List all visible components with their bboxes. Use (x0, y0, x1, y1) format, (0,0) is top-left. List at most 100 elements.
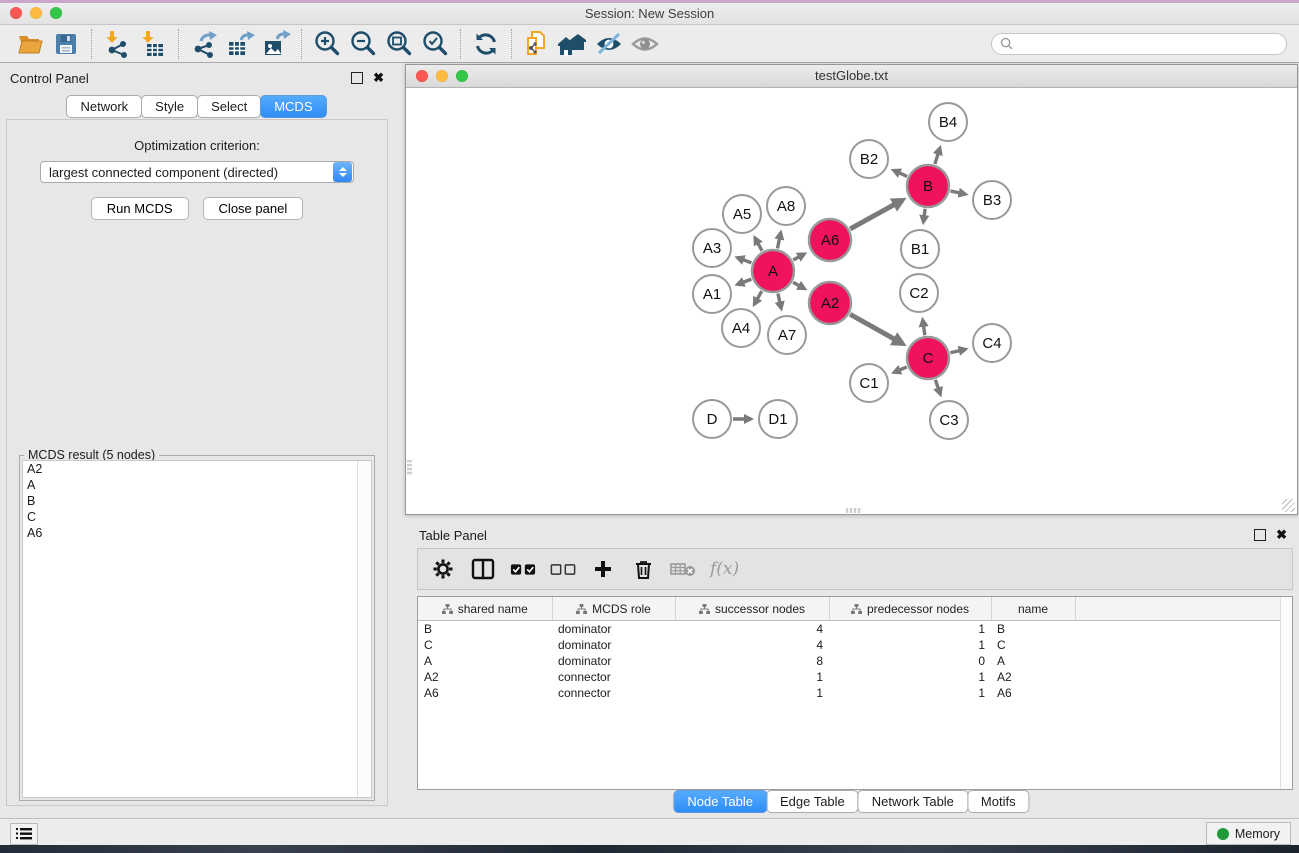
cell[interactable]: 4 (675, 637, 829, 653)
graph-edge-C-C2[interactable] (923, 320, 925, 335)
graph-edge-B-B3[interactable] (950, 191, 965, 194)
close-table-panel-icon[interactable]: ✖ (1276, 530, 1287, 540)
graph-edge-A-A2[interactable] (793, 282, 805, 289)
cell[interactable]: C (418, 637, 552, 653)
network-canvas[interactable]: AA1A2A3A4A5A6A7A8BB1B2B3B4CC1C2C3C4DD1 (406, 88, 1297, 514)
cell[interactable]: 4 (675, 621, 829, 638)
import-table-icon[interactable] (135, 28, 171, 60)
column-header-shared-name[interactable]: shared name (418, 597, 552, 621)
export-table-icon[interactable] (222, 28, 258, 60)
graph-edge-A-A1[interactable] (737, 279, 751, 284)
import-network-icon[interactable] (99, 28, 135, 60)
result-item-C[interactable]: C (23, 509, 371, 525)
graph-edge-A6-B[interactable] (850, 200, 902, 229)
graph-edge-A-A7[interactable] (778, 293, 781, 308)
column-header-predecessor-nodes[interactable]: predecessor nodes (829, 597, 991, 621)
table-row-A2[interactable]: A2connector11A2 (418, 669, 1292, 685)
tab-mcds[interactable]: MCDS (260, 95, 326, 118)
task-history-button[interactable] (10, 823, 38, 845)
tab-edge-table[interactable]: Edge Table (766, 790, 859, 813)
delete-table-icon[interactable] (670, 556, 696, 582)
cell[interactable]: 1 (829, 669, 991, 685)
cell[interactable]: 1 (675, 669, 829, 685)
tab-network[interactable]: Network (66, 95, 142, 118)
optimization-criterion-dropdown[interactable]: largest connected component (directed) (40, 161, 354, 183)
zoom-fit-icon[interactable] (381, 28, 417, 60)
vertical-scroll-handle[interactable] (407, 460, 412, 476)
unselect-all-columns-icon[interactable] (550, 556, 576, 582)
network-graph[interactable]: AA1A2A3A4A5A6A7A8BB1B2B3B4CC1C2C3C4DD1 (406, 88, 1297, 514)
show-column-panel-icon[interactable] (470, 556, 496, 582)
minimize-window-button[interactable] (30, 7, 42, 19)
tab-select[interactable]: Select (197, 95, 261, 118)
graph-edge-B-B1[interactable] (923, 209, 925, 222)
table-row-A[interactable]: Adominator80A (418, 653, 1292, 669)
graph-edge-A-A3[interactable] (737, 258, 751, 263)
window-resize-grip[interactable] (1282, 499, 1295, 512)
cell[interactable]: 1 (675, 685, 829, 701)
tab-node-table[interactable]: Node Table (673, 790, 767, 813)
function-builder-icon[interactable]: f(x) (710, 559, 739, 579)
table-row-C[interactable]: Cdominator41C (418, 637, 1292, 653)
first-neighbors-icon[interactable] (555, 28, 591, 60)
cell[interactable]: 1 (829, 685, 991, 701)
cell[interactable]: 1 (829, 621, 991, 638)
new-network-from-selection-icon[interactable] (519, 28, 555, 60)
network-minimize-button[interactable] (436, 70, 448, 82)
cell[interactable]: 0 (829, 653, 991, 669)
zoom-in-icon[interactable] (309, 28, 345, 60)
export-network-icon[interactable] (186, 28, 222, 60)
network-close-button[interactable] (416, 70, 428, 82)
float-table-panel-icon[interactable] (1254, 529, 1266, 541)
result-item-B[interactable]: B (23, 493, 371, 509)
result-item-A2[interactable]: A2 (23, 461, 371, 477)
mcds-result-list[interactable]: A2ABCA6 (22, 460, 372, 798)
cell[interactable]: 8 (675, 653, 829, 669)
tab-motifs[interactable]: Motifs (967, 790, 1030, 813)
refresh-icon[interactable] (468, 28, 504, 60)
delete-columns-trash-icon[interactable] (630, 556, 656, 582)
zoom-window-button[interactable] (50, 7, 62, 19)
tab-network-table[interactable]: Network Table (858, 790, 968, 813)
graph-edge-A-A5[interactable] (755, 238, 762, 251)
graph-edge-C-C3[interactable] (935, 380, 940, 395)
column-header-successor-nodes[interactable]: successor nodes (675, 597, 829, 621)
cell[interactable]: A2 (418, 669, 552, 685)
table-row-A6[interactable]: A6connector11A6 (418, 685, 1292, 701)
result-item-A6[interactable]: A6 (23, 525, 371, 541)
result-list-scrollbar[interactable] (357, 461, 371, 797)
open-session-icon[interactable] (12, 28, 48, 60)
cell[interactable]: A2 (991, 669, 1075, 685)
cell[interactable]: dominator (552, 637, 675, 653)
cell[interactable]: C (991, 637, 1075, 653)
graph-edge-A-A8[interactable] (778, 232, 781, 248)
result-item-A[interactable]: A (23, 477, 371, 493)
show-all-eye-icon[interactable] (627, 28, 663, 60)
column-header-MCDS-role[interactable]: MCDS role (552, 597, 675, 621)
search-input[interactable] (1018, 36, 1278, 52)
cell[interactable]: B (991, 621, 1075, 638)
column-header-name[interactable]: name (991, 597, 1075, 621)
memory-button[interactable]: Memory (1206, 822, 1291, 845)
cell[interactable]: dominator (552, 653, 675, 669)
cell[interactable]: connector (552, 669, 675, 685)
cell[interactable]: connector (552, 685, 675, 701)
horizontal-scroll-handle[interactable] (846, 508, 862, 513)
create-new-column-icon[interactable] (590, 556, 616, 582)
graph-edge-C-C1[interactable] (894, 367, 907, 372)
graph-edge-B-B2[interactable] (894, 170, 908, 176)
cell[interactable]: 1 (829, 637, 991, 653)
network-window-titlebar[interactable]: testGlobe.txt (406, 65, 1297, 88)
cell[interactable]: A (991, 653, 1075, 669)
cell[interactable]: dominator (552, 621, 675, 638)
cell[interactable]: A (418, 653, 552, 669)
graph-edge-A-A4[interactable] (754, 291, 762, 304)
graph-edge-C-C4[interactable] (950, 349, 965, 353)
select-all-columns-icon[interactable] (510, 556, 536, 582)
zoom-out-icon[interactable] (345, 28, 381, 60)
table-row-B[interactable]: Bdominator41B (418, 621, 1292, 638)
cell[interactable]: A6 (418, 685, 552, 701)
tab-style[interactable]: Style (141, 95, 198, 118)
close-panel-icon[interactable]: ✖ (373, 73, 384, 83)
node-table[interactable]: shared nameMCDS rolesuccessor nodesprede… (418, 597, 1292, 701)
